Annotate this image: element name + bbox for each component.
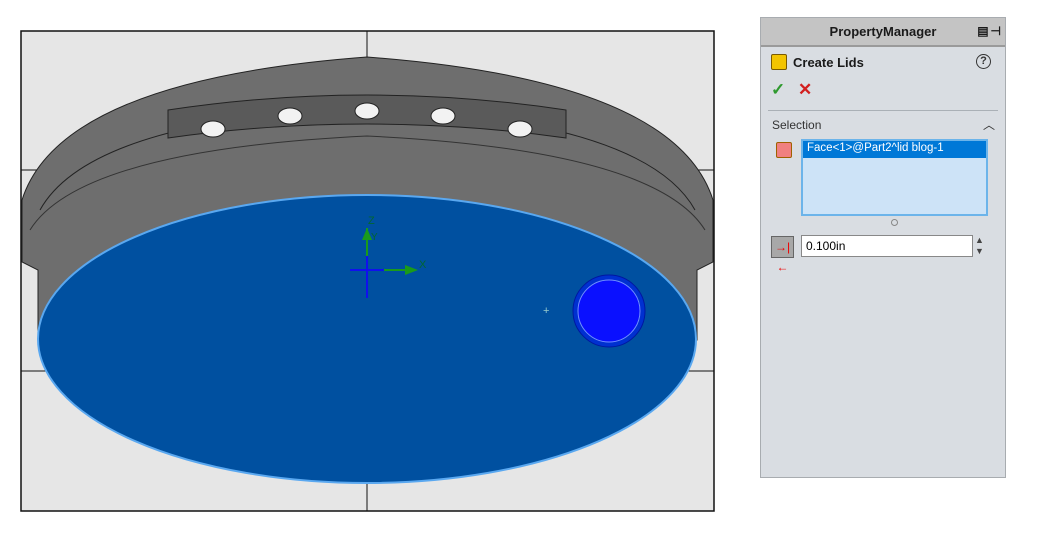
- pm-layout-icon[interactable]: ▤: [977, 24, 988, 38]
- face-selection-icon: [776, 142, 792, 158]
- resize-handle[interactable]: [891, 219, 898, 226]
- list-item[interactable]: Face<1>@Part2^lid blog-1: [803, 141, 986, 158]
- help-icon[interactable]: ?: [976, 54, 991, 69]
- svg-text:Y: Y: [371, 232, 378, 243]
- thickness-icon[interactable]: →|←: [771, 236, 794, 274]
- selection-list[interactable]: Face<1>@Part2^lid blog-1: [801, 139, 988, 216]
- pin-icon[interactable]: ⊣: [991, 24, 1001, 38]
- graphics-viewport[interactable]: + Z Y X: [0, 0, 740, 557]
- feature-title: Create Lids: [771, 54, 864, 70]
- collapse-chevron-icon[interactable]: ︿: [983, 116, 995, 133]
- create-lids-icon: [771, 54, 787, 70]
- selection-section-label: Selection: [772, 118, 822, 132]
- pm-header: PropertyManager ▤ ⊣: [761, 18, 1005, 47]
- cancel-button[interactable]: ✕: [798, 80, 812, 100]
- ok-button[interactable]: ✓: [771, 80, 785, 100]
- svg-text:Z: Z: [368, 215, 375, 227]
- pm-header-title: PropertyManager: [829, 24, 937, 39]
- svg-text:X: X: [419, 259, 427, 271]
- thickness-input[interactable]: 0.100in: [801, 235, 973, 257]
- property-manager: PropertyManager ▤ ⊣ Create Lids ? ✓ ✕ Sel…: [760, 17, 1006, 478]
- feature-title-text: Create Lids: [793, 54, 864, 70]
- divider: [768, 110, 998, 111]
- thickness-spinner[interactable]: ▲ ▼: [975, 235, 984, 257]
- cursor-cross: +: [543, 305, 549, 317]
